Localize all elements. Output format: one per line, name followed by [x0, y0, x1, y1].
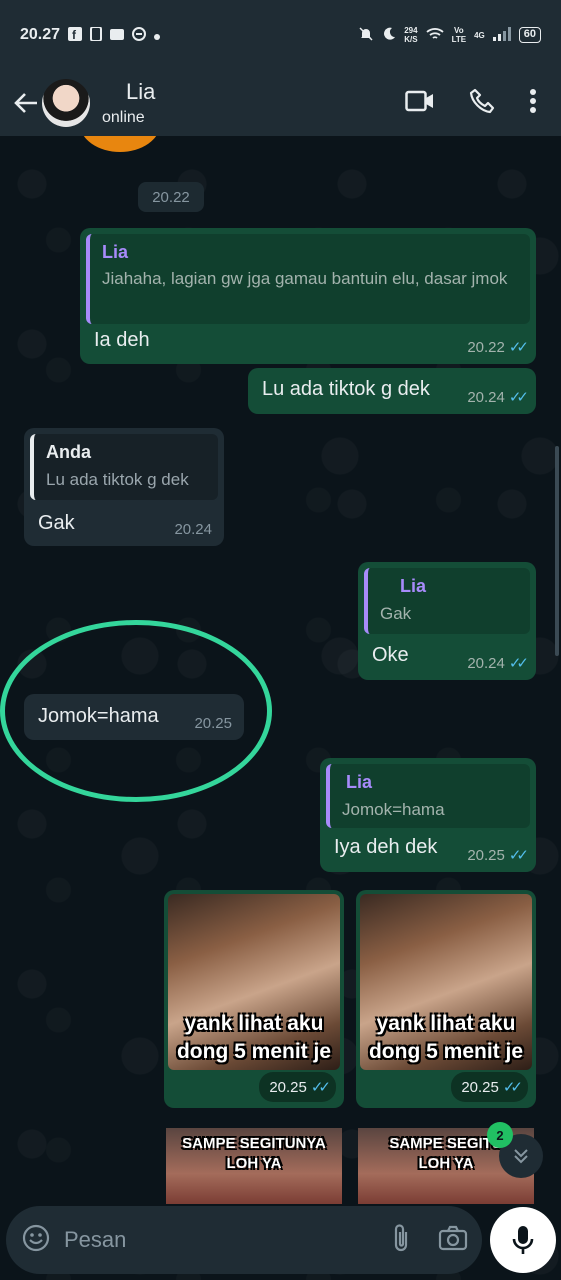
video-call-button[interactable] [405, 90, 435, 117]
microphone-icon [512, 1226, 534, 1254]
contact-status: online [102, 109, 145, 126]
volte-indicator: Vo LTE [451, 26, 467, 44]
folder-icon [110, 27, 125, 43]
system-icons: 294 K/S Vo LTE 4G 60 [358, 26, 541, 45]
double-check-icon: ✓✓ [310, 1079, 331, 1096]
quoted-text: Jomok=hama [342, 800, 445, 819]
more-vertical-icon [530, 88, 536, 113]
dot-icon [154, 28, 161, 43]
message-incoming[interactable]: Anda Lu ada tiktok g dek Gak 20.24 [24, 428, 224, 546]
quoted-text: Jiahaha, lagian gw jga gamau bantuin elu… [102, 269, 508, 288]
date-chip: 20.22 [138, 182, 204, 212]
media-meta: 20.25 ✓✓ [259, 1072, 336, 1102]
message-time: 20.24 [467, 654, 505, 672]
quoted-text: Gak [380, 604, 412, 623]
message-text: Lu ada tiktok g dek [262, 378, 430, 400]
emoji-button[interactable] [22, 1224, 50, 1257]
quoted-message[interactable]: Lia Gak [364, 568, 530, 634]
voice-call-button[interactable] [469, 88, 495, 119]
battery-icon: 60 [518, 27, 541, 43]
network-type: 4G [474, 30, 485, 40]
message-meta: 20.24 ✓✓ [467, 654, 529, 673]
quoted-author: Lia [400, 576, 427, 596]
message-meta: 20.22 ✓✓ [467, 338, 529, 357]
message-outgoing[interactable]: Lia Jomok=hama Iya deh dek 20.25 ✓✓ [320, 758, 536, 872]
notification-icons: f [68, 25, 161, 44]
moon-icon [382, 27, 396, 44]
quoted-message[interactable]: Lia Jomok=hama [326, 764, 530, 828]
chat-area[interactable]: 20.22 Lia Jiahaha, lagian gw jga gamau b… [0, 136, 561, 1280]
camera-icon [438, 1225, 468, 1250]
double-check-icon: ✓✓ [508, 389, 529, 406]
media-caption: SAMPE SEGITUNYA LOH YA [182, 1135, 326, 1172]
media-message[interactable]: yank lihat aku dong 5 menit je 20.25 ✓✓ [356, 890, 536, 1108]
paperclip-icon [394, 1223, 408, 1251]
message-time: 20.25 [461, 1078, 499, 1096]
facebook-icon: f [68, 26, 83, 44]
media-meta: 20.25 ✓✓ [451, 1072, 528, 1102]
arrow-left-icon [14, 93, 37, 113]
double-check-icon: ✓✓ [508, 339, 529, 356]
message-outgoing[interactable]: Lia Jiahaha, lagian gw jga gamau bantuin… [80, 228, 536, 364]
phone-app-icon [90, 25, 103, 44]
contact-info[interactable]: Lia online [102, 79, 155, 127]
media-caption: yank lihat aku dong 5 menit je [368, 1012, 523, 1063]
chat-header: Lia online [0, 70, 561, 136]
message-time: 20.22 [467, 338, 505, 356]
quoted-message[interactable]: Lia Jiahaha, lagian gw jga gamau bantuin… [86, 234, 530, 324]
unread-badge: 2 [487, 1122, 513, 1148]
message-text: Ia deh [94, 329, 150, 351]
quoted-author: Anda [46, 442, 91, 462]
video-camera-icon [405, 90, 433, 111]
message-text: Gak [38, 512, 75, 534]
quoted-author: Lia [102, 242, 129, 262]
message-time: 20.24 [467, 388, 505, 406]
net-speed: 294 K/S [404, 26, 418, 44]
signal-icon [492, 26, 511, 44]
double-chevron-down-icon [514, 1149, 528, 1164]
media-caption: yank lihat aku dong 5 menit je [176, 1012, 331, 1063]
wifi-icon [425, 27, 444, 44]
media-thumbnail[interactable]: yank lihat aku dong 5 menit je [168, 894, 340, 1070]
mute-icon [358, 26, 374, 45]
message-outgoing[interactable]: Lia Gak Oke 20.24 ✓✓ [358, 562, 536, 680]
scrollbar[interactable] [555, 446, 559, 656]
phone-icon [469, 88, 495, 113]
media-thumbnail[interactable]: yank lihat aku dong 5 menit je [360, 894, 532, 1070]
double-check-icon: ✓✓ [502, 1079, 523, 1096]
message-outgoing[interactable]: Lu ada tiktok g dek 20.24 ✓✓ [248, 368, 536, 414]
avatar[interactable] [42, 79, 90, 127]
attach-button[interactable] [390, 1223, 412, 1258]
camera-button[interactable] [438, 1225, 468, 1256]
message-meta: 20.24 ✓✓ [467, 388, 529, 407]
voice-record-button[interactable] [490, 1207, 556, 1273]
message-text: Iya deh dek [334, 836, 438, 858]
media-message[interactable]: yank lihat aku dong 5 menit je 20.25 ✓✓ [164, 890, 344, 1108]
more-options-button[interactable] [529, 88, 537, 119]
status-bar: 20.27 f 294 K/S Vo LTE 4G 60 [0, 0, 561, 70]
messenger-icon [132, 26, 147, 44]
message-text: Oke [372, 644, 409, 666]
quoted-text: Lu ada tiktok g dek [46, 470, 189, 489]
status-time: 20.27 [20, 26, 61, 43]
media-thumbnail-partial[interactable]: SAMPE SEGITUNYA LOH YA [166, 1128, 342, 1204]
quoted-author: Lia [346, 772, 373, 792]
emoji-icon [22, 1224, 50, 1251]
sticker-partial [80, 136, 160, 152]
message-composer [6, 1206, 482, 1274]
message-input[interactable] [64, 1227, 354, 1253]
message-time: 20.25 [269, 1078, 307, 1096]
double-check-icon: ✓✓ [508, 847, 529, 864]
double-check-icon: ✓✓ [508, 655, 529, 672]
message-meta: 20.25 ✓✓ [467, 846, 529, 865]
message-meta: 20.24 [174, 521, 212, 538]
message-time: 20.24 [174, 521, 212, 538]
quoted-message[interactable]: Anda Lu ada tiktok g dek [30, 434, 218, 500]
contact-name: Lia [126, 79, 156, 104]
highlight-circle [0, 620, 272, 802]
message-time: 20.25 [467, 846, 505, 864]
